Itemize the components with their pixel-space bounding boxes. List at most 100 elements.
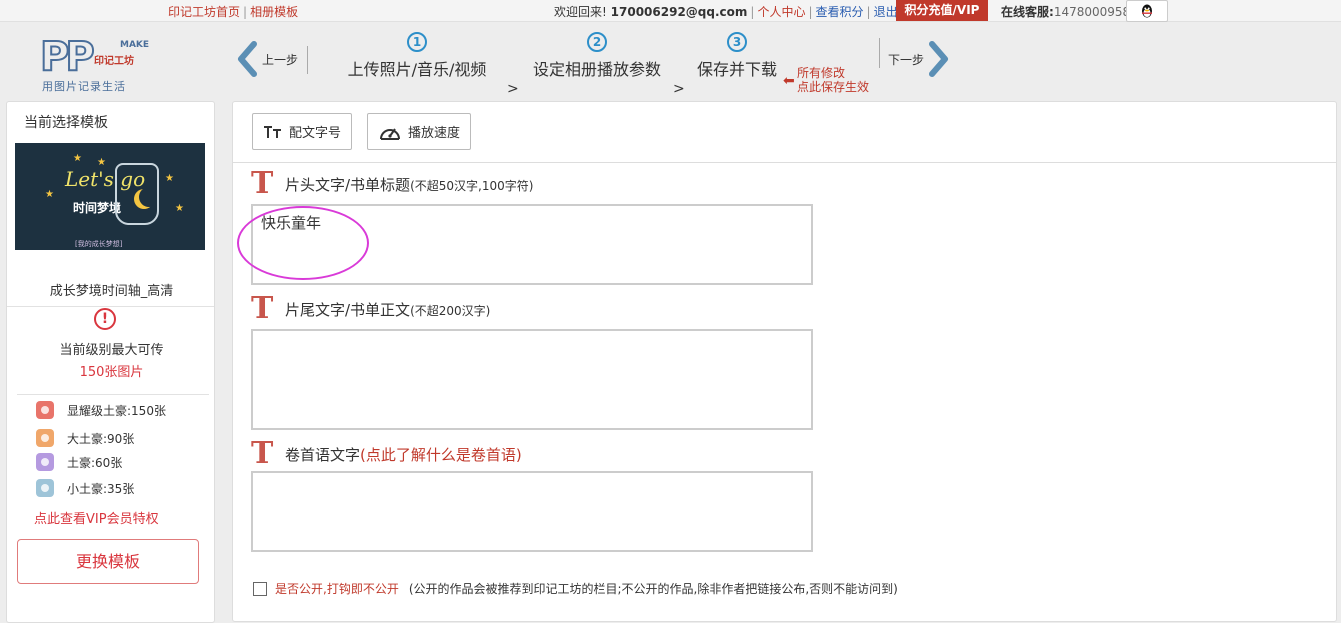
text-t-icon: T (251, 291, 274, 326)
prev-step-label: 上一步 (262, 52, 299, 67)
tier-item: 土豪:60张 (36, 452, 122, 472)
personal-center-link[interactable]: 个人中心 (757, 5, 805, 19)
preface-field-header: T 卷首语文字(点此了解什么是卷首语) (251, 439, 522, 469)
welcome-text: 欢迎回来! (554, 5, 607, 19)
toolbar: 配文字号 播放速度 (233, 102, 1336, 163)
template-link[interactable]: 相册模板 (250, 5, 298, 19)
tier-item: 大土豪:90张 (36, 428, 134, 448)
tier-badge-icon (36, 401, 54, 419)
user-info: 欢迎回来! 170006292@qq.com | 个人中心 | 查看积分 | 退出 (554, 3, 898, 20)
step-3-number: 3 (727, 32, 747, 52)
divider (307, 46, 308, 74)
vip-button[interactable]: 积分充值/VIP (896, 0, 988, 21)
title-field-label: 片头文字/书单标题(不超50汉字,100字符) (285, 174, 533, 195)
level-limit-text: 当前级别最大可传 (59, 343, 164, 358)
ending-field-hint: (不超200汉字) (410, 303, 491, 318)
save-note-line1: 所有修改 (797, 66, 846, 80)
template-sidebar: 当前选择模板 ★ ★ ★ ★ ★ Let's go 时间梦境 [我的成长梦想] … (6, 101, 215, 623)
thumb-title: 时间梦境 (73, 201, 122, 215)
ending-field-header: T 片尾文字/书单正文(不超200汉字) (251, 294, 490, 324)
preface-field-label-text: 卷首语文字 (285, 445, 361, 464)
divider (7, 306, 214, 307)
next-step-button[interactable]: 下一步 (888, 40, 950, 78)
logo-make: MAKE (120, 40, 150, 50)
text-t-icon: T (251, 166, 274, 201)
template-name: 成长梦境时间轴_高清 (49, 284, 174, 299)
next-step-label: 下一步 (888, 52, 925, 67)
warning-icon: ! (94, 308, 116, 330)
private-checkbox[interactable] (253, 581, 267, 596)
service-number: 1478000958 (1053, 5, 1131, 19)
star-decoration: ★ (45, 189, 54, 200)
tier-label: 大土豪:90张 (67, 431, 135, 446)
separator: | (243, 5, 248, 19)
public-note: (公开的作品会被推荐到印记工坊的栏目;不公开的作品,除非作者把链接公布,否则不能… (408, 582, 898, 596)
preface-field-label: 卷首语文字(点此了解什么是卷首语) (285, 444, 522, 465)
arrow-left-icon: ⬅ (783, 73, 795, 89)
tier-label: 土豪:60张 (67, 455, 123, 470)
step-1-title: 上传照片/音乐/视频 (347, 60, 487, 79)
logo-brand: 印记工坊 (94, 56, 134, 67)
ending-text-input[interactable] (251, 329, 813, 430)
public-setting-row: 是否公开,打钩即不公开 (公开的作品会被推荐到印记工坊的栏目;不公开的作品,除非… (253, 580, 898, 597)
separator: | (808, 5, 813, 19)
header: PP MAKE 印记工坊 用图片记录生活 上一步 1 上传照片/音乐/视频 > … (0, 22, 1341, 110)
text-t-icon: T (251, 436, 274, 471)
top-bar: 印记工坊首页 | 相册模板 欢迎回来! 170006292@qq.com | 个人中心 |… (0, 0, 1341, 22)
play-speed-button[interactable]: 播放速度 (367, 113, 472, 150)
separator: | (866, 5, 871, 19)
logo[interactable]: PP MAKE 印记工坊 用图片记录生活 (39, 34, 150, 98)
chevron-left-icon (238, 41, 257, 77)
step-2[interactable]: 2 设定相册播放参数 (532, 32, 662, 80)
tier-badge-icon (36, 429, 54, 447)
step-3-title: 保存并下载 (696, 60, 777, 79)
preface-text-input[interactable] (251, 471, 813, 552)
home-link[interactable]: 印记工坊首页 (168, 5, 240, 19)
online-service: 在线客服:1478000958 (1001, 3, 1130, 20)
step-3[interactable]: 3 保存并下载 (696, 32, 778, 80)
font-size-label: 配文字号 (289, 126, 342, 141)
logout-link[interactable]: 退出 (874, 5, 898, 19)
qq-button[interactable] (1126, 0, 1168, 22)
template-thumbnail[interactable]: ★ ★ ★ ★ ★ Let's go 时间梦境 [我的成长梦想] (15, 143, 205, 250)
preface-help-link[interactable]: (点此了解什么是卷首语) (360, 446, 522, 464)
ending-field-label: 片尾文字/书单正文(不超200汉字) (285, 299, 490, 320)
logo-slogan: 用图片记录生活 (42, 80, 126, 93)
chevron-right-icon (929, 41, 949, 77)
step-arrow: > (507, 81, 519, 97)
prev-step-button[interactable]: 上一步 (236, 40, 298, 78)
service-label: 在线客服: (1001, 5, 1054, 19)
title-field-label-text: 片头文字/书单标题 (285, 175, 411, 194)
step-1[interactable]: 1 上传照片/音乐/视频 (346, 32, 488, 80)
tier-badge-icon (36, 479, 54, 497)
level-limit-number: 150张图片 (79, 365, 144, 380)
save-note[interactable]: ⬅ 所有修改 点此保存生效 (783, 66, 869, 94)
annotation-circle (237, 206, 369, 280)
speedometer-icon (378, 122, 402, 142)
thumb-footer: [我的成长梦想] (75, 240, 123, 248)
tier-label: 小土豪:35张 (67, 481, 135, 496)
qq-penguin-icon (1142, 4, 1152, 18)
save-note-line2: 点此保存生效 (797, 80, 870, 94)
change-template-button[interactable]: 更换模板 (17, 539, 199, 584)
step-arrow: > (673, 81, 685, 97)
play-speed-label: 播放速度 (408, 126, 461, 141)
public-label: 是否公开,打钩即不公开 (275, 582, 399, 596)
star-decoration: ★ (165, 173, 174, 184)
separator: | (750, 5, 755, 19)
divider (879, 38, 880, 68)
star-decoration: ★ (175, 203, 184, 214)
tier-badge-icon (36, 453, 54, 471)
step-1-number: 1 (407, 32, 427, 52)
main-panel: 配文字号 播放速度 T 片头文字/书单标题(不超50汉字,100字符) 快乐童年… (232, 101, 1337, 622)
tier-item: 小土豪:35张 (36, 478, 134, 498)
ending-field-label-text: 片尾文字/书单正文 (285, 300, 411, 319)
font-size-button[interactable]: 配文字号 (252, 113, 353, 150)
title-field-header: T 片头文字/书单标题(不超50汉字,100字符) (251, 169, 533, 199)
sidebar-title: 当前选择模板 (24, 115, 108, 131)
vip-privileges-link[interactable]: 点此查看VIP会员特权 (34, 508, 159, 527)
logo-pp: PP (39, 34, 96, 80)
user-email: 170006292@qq.com (610, 5, 748, 19)
moon-decoration (139, 187, 159, 207)
view-points-link[interactable]: 查看积分 (816, 5, 864, 19)
